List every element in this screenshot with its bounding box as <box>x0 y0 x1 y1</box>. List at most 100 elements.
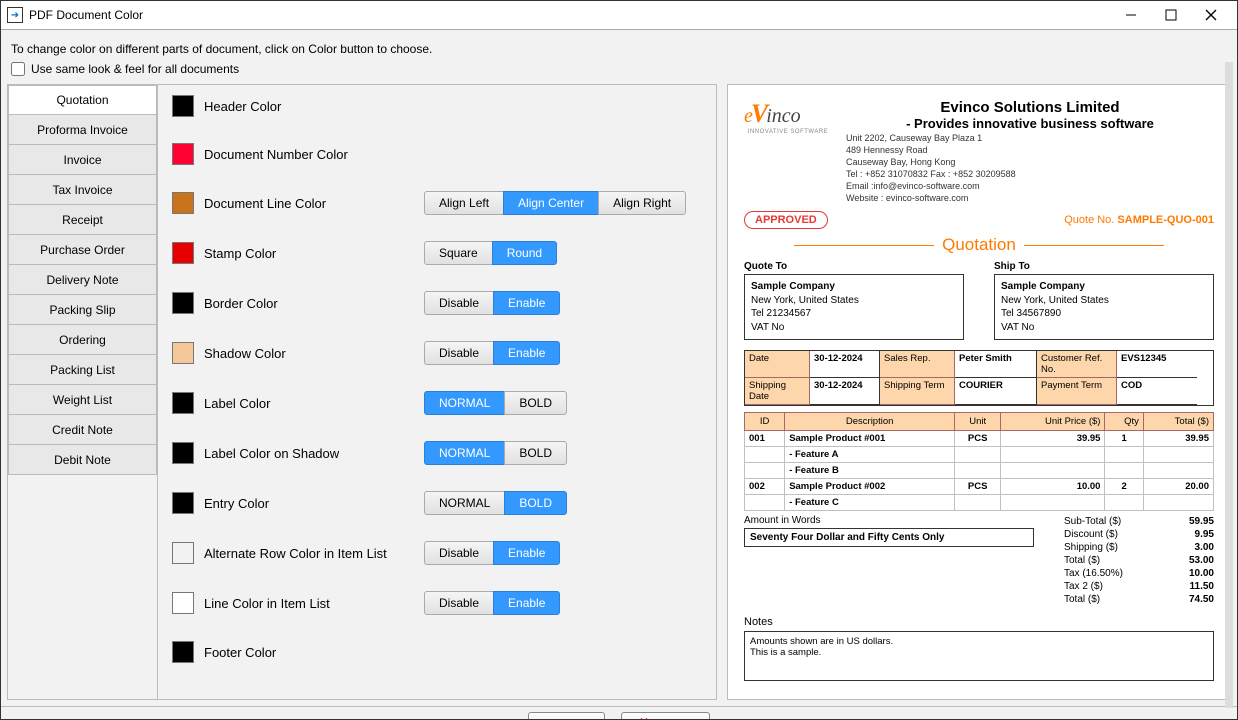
left-panel: QuotationProforma InvoiceInvoiceTax Invo… <box>7 84 717 700</box>
approved-stamp: APPROVED <box>744 211 828 229</box>
color-row: Footer Color <box>172 641 702 663</box>
document-list-item[interactable]: Weight List <box>8 385 157 415</box>
document-list-item[interactable]: Delivery Note <box>8 265 157 295</box>
document-list-item[interactable]: Invoice <box>8 145 157 175</box>
row-label: Alternate Row Color in Item List <box>204 546 424 561</box>
color-row: Header Color <box>172 95 702 117</box>
titlebar: ➜ PDF Document Color <box>1 1 1237 30</box>
row-label: Border Color <box>204 296 424 311</box>
app-icon: ➜ <box>7 7 23 23</box>
option-button[interactable]: Round <box>492 241 557 265</box>
color-row: Alternate Row Color in Item ListDisableE… <box>172 541 702 565</box>
notes-box: Amounts shown are in US dollars.This is … <box>744 631 1214 681</box>
preview-panel: eVinco INNOVATIVE SOFTWARE Evinco Soluti… <box>727 84 1231 700</box>
document-list-item[interactable]: Ordering <box>8 325 157 355</box>
option-button[interactable]: Disable <box>424 291 494 315</box>
top-controls: To change color on different parts of do… <box>1 30 1237 78</box>
window: ➜ PDF Document Color To change color on … <box>0 0 1238 720</box>
color-swatch[interactable] <box>172 442 194 464</box>
color-swatch[interactable] <box>172 542 194 564</box>
option-group: Align LeftAlign CenterAlign Right <box>424 191 686 215</box>
window-title: PDF Document Color <box>29 8 1111 22</box>
scrollbar[interactable] <box>1225 62 1233 708</box>
option-button[interactable]: Enable <box>493 341 560 365</box>
option-button[interactable]: Disable <box>424 591 494 615</box>
document-list-item[interactable]: Quotation <box>8 85 157 115</box>
color-swatch[interactable] <box>172 192 194 214</box>
option-button[interactable]: Align Right <box>598 191 686 215</box>
color-row: Stamp ColorSquareRound <box>172 241 702 265</box>
quote-to-box: Sample CompanyNew York, United StatesTel… <box>744 274 964 340</box>
totals-block: Sub-Total ($)59.95Discount ($)9.95Shippi… <box>1064 515 1214 606</box>
tel-line: Tel : +852 31070832 Fax : +852 30209588 <box>846 169 1214 179</box>
maximize-button[interactable] <box>1151 1 1191 29</box>
amount-in-words-label: Amount in Words <box>744 515 1034 526</box>
option-group: DisableEnable <box>424 341 560 365</box>
option-button[interactable]: Enable <box>493 591 560 615</box>
row-label: Document Number Color <box>204 147 424 162</box>
option-button[interactable]: Disable <box>424 341 494 365</box>
option-button[interactable]: Disable <box>424 541 494 565</box>
color-swatch[interactable] <box>172 242 194 264</box>
row-label: Entry Color <box>204 496 424 511</box>
option-button[interactable]: Square <box>424 241 493 265</box>
cancel-button[interactable]: ✖Cancel <box>621 712 710 720</box>
amount-in-words: Seventy Four Dollar and Fifty Cents Only <box>744 528 1034 547</box>
document-list-item[interactable]: Credit Note <box>8 415 157 445</box>
web-line: Website : evinco-software.com <box>846 193 1214 203</box>
option-group: DisableEnable <box>424 291 560 315</box>
option-group: NORMALBOLD <box>424 491 567 515</box>
row-label: Label Color on Shadow <box>204 446 424 461</box>
close-button[interactable] <box>1191 1 1231 29</box>
addr-line: Causeway Bay, Hong Kong <box>846 157 1214 167</box>
option-button[interactable]: Enable <box>493 541 560 565</box>
option-button[interactable]: Enable <box>493 291 560 315</box>
color-swatch[interactable] <box>172 342 194 364</box>
same-look-input[interactable] <box>11 62 25 76</box>
document-list-item[interactable]: Purchase Order <box>8 235 157 265</box>
color-row: Line Color in Item ListDisableEnable <box>172 591 702 615</box>
window-body: To change color on different parts of do… <box>1 30 1237 720</box>
option-group: DisableEnable <box>424 591 560 615</box>
document-list-item[interactable]: Packing List <box>8 355 157 385</box>
option-button[interactable]: BOLD <box>504 391 567 415</box>
color-row: Label Color on ShadowNORMALBOLD <box>172 441 702 465</box>
color-swatch[interactable] <box>172 143 194 165</box>
color-swatch[interactable] <box>172 95 194 117</box>
document-list-item[interactable]: Receipt <box>8 205 157 235</box>
row-label: Document Line Color <box>204 196 424 211</box>
color-row: Document Number Color <box>172 143 702 165</box>
option-group: NORMALBOLD <box>424 391 567 415</box>
color-swatch[interactable] <box>172 592 194 614</box>
document-list-item[interactable]: Packing Slip <box>8 295 157 325</box>
option-button[interactable]: NORMAL <box>424 491 505 515</box>
info-grid: Date30-12-2024Sales Rep.Peter SmithCusto… <box>744 350 1214 406</box>
option-button[interactable]: NORMAL <box>424 391 505 415</box>
row-label: Shadow Color <box>204 346 424 361</box>
color-swatch[interactable] <box>172 492 194 514</box>
option-button[interactable]: Align Left <box>424 191 504 215</box>
option-button[interactable]: BOLD <box>504 441 567 465</box>
color-swatch[interactable] <box>172 392 194 414</box>
document-list-item[interactable]: Tax Invoice <box>8 175 157 205</box>
same-look-checkbox[interactable]: Use same look & feel for all documents <box>11 62 1227 76</box>
color-swatch[interactable] <box>172 641 194 663</box>
color-settings: Header Color Document Number Color Documen… <box>158 85 716 699</box>
same-look-label: Use same look & feel for all documents <box>31 62 239 76</box>
quote-number: Quote No. SAMPLE-QUO-001 <box>1064 214 1214 226</box>
preview-header: eVinco INNOVATIVE SOFTWARE Evinco Soluti… <box>744 99 1214 203</box>
option-button[interactable]: NORMAL <box>424 441 505 465</box>
ship-to-box: Sample CompanyNew York, United StatesTel… <box>994 274 1214 340</box>
option-group: DisableEnable <box>424 541 560 565</box>
color-swatch[interactable] <box>172 292 194 314</box>
document-list: QuotationProforma InvoiceInvoiceTax Invo… <box>8 85 158 699</box>
document-list-item[interactable]: Debit Note <box>8 445 157 475</box>
save-button[interactable]: ✔Save <box>528 712 605 720</box>
option-button[interactable]: Align Center <box>503 191 599 215</box>
items-table: IDDescriptionUnitUnit Price ($)QtyTotal … <box>744 412 1214 511</box>
document-list-item[interactable]: Proforma Invoice <box>8 115 157 145</box>
footer-bar: ✔Save ✖Cancel <box>1 706 1237 720</box>
cancel-label: Cancel <box>656 717 693 720</box>
option-button[interactable]: BOLD <box>504 491 567 515</box>
minimize-button[interactable] <box>1111 1 1151 29</box>
